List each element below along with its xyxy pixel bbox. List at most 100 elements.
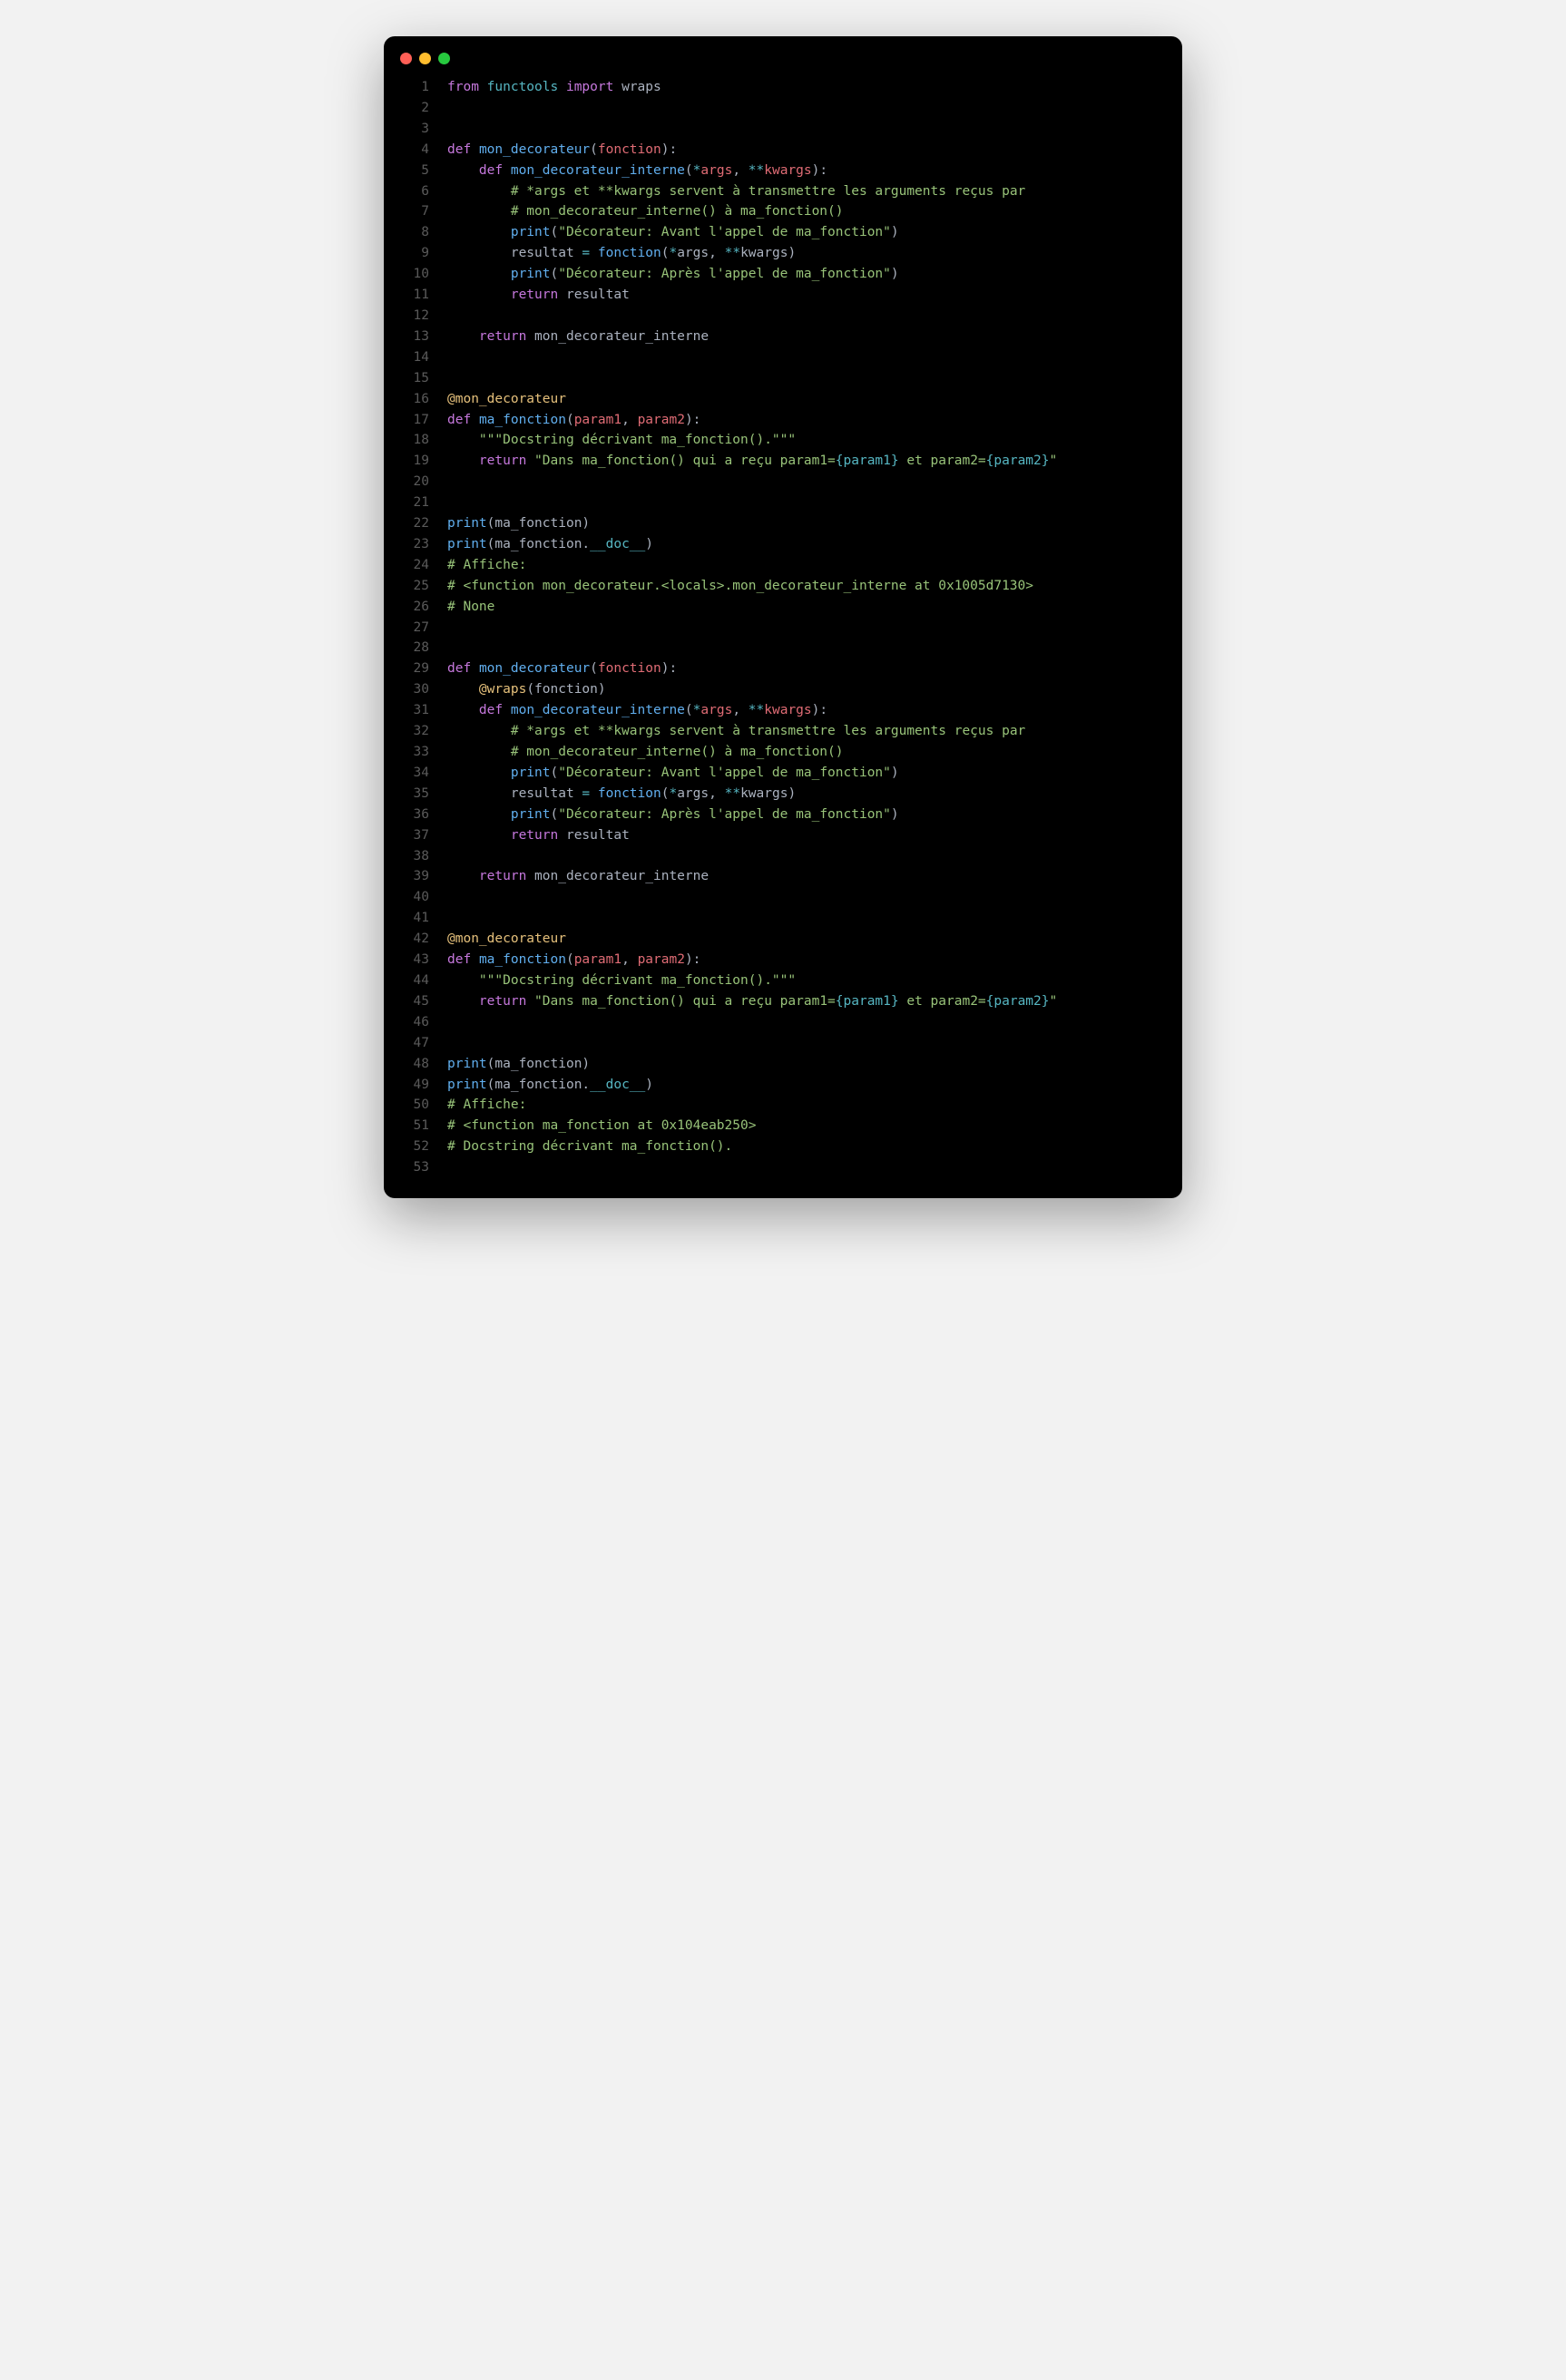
line-content: return mon_decorateur_interne xyxy=(447,866,709,887)
line-content: def mon_decorateur_interne(*args, **kwar… xyxy=(447,161,827,181)
line-number: 51 xyxy=(402,1116,429,1136)
line-number: 44 xyxy=(402,971,429,991)
code-line: 16@mon_decorateur xyxy=(402,389,1164,410)
line-content xyxy=(447,1033,455,1054)
line-content xyxy=(447,472,455,493)
line-number: 15 xyxy=(402,368,429,389)
code-line: 15 xyxy=(402,368,1164,389)
line-number: 53 xyxy=(402,1157,429,1178)
line-number: 29 xyxy=(402,658,429,679)
line-content: # *args et **kwargs servent à transmettr… xyxy=(447,181,1025,202)
line-number: 20 xyxy=(402,472,429,493)
code-line: 47 xyxy=(402,1033,1164,1054)
code-area[interactable]: 1from functools import wraps2 3 4def mon… xyxy=(384,77,1182,1178)
line-content: @wraps(fonction) xyxy=(447,679,606,700)
line-number: 42 xyxy=(402,929,429,950)
line-number: 43 xyxy=(402,950,429,971)
line-content xyxy=(447,618,455,639)
code-line: 12 xyxy=(402,306,1164,327)
code-line: 4def mon_decorateur(fonction): xyxy=(402,140,1164,161)
code-line: 9 resultat = fonction(*args, **kwargs) xyxy=(402,243,1164,264)
code-line: 42 @mon_decorateur xyxy=(402,929,1164,950)
line-number: 10 xyxy=(402,264,429,285)
code-line: 32 # *args et **kwargs servent à transme… xyxy=(402,721,1164,742)
line-number: 19 xyxy=(402,451,429,472)
line-content: resultat = fonction(*args, **kwargs) xyxy=(447,784,796,805)
line-number: 6 xyxy=(402,181,429,202)
line-number: 26 xyxy=(402,597,429,618)
minimize-icon[interactable] xyxy=(419,53,431,64)
code-line: 25# <function mon_decorateur.<locals>.mo… xyxy=(402,576,1164,597)
code-line: 35 resultat = fonction(*args, **kwargs) xyxy=(402,784,1164,805)
code-line: 52# Docstring décrivant ma_fonction(). xyxy=(402,1136,1164,1157)
line-content: """Docstring décrivant ma_fonction().""" xyxy=(447,971,796,991)
line-number: 39 xyxy=(402,866,429,887)
code-line: 36 print("Décorateur: Après l'appel de m… xyxy=(402,805,1164,825)
line-content: return "Dans ma_fonction() qui a reçu pa… xyxy=(447,451,1057,472)
code-line: 13 return mon_decorateur_interne xyxy=(402,327,1164,347)
line-number: 33 xyxy=(402,742,429,763)
line-number: 11 xyxy=(402,285,429,306)
code-line: 50 # Affiche: xyxy=(402,1095,1164,1116)
line-content: def ma_fonction(param1, param2): xyxy=(447,950,700,971)
code-line: 23print(ma_fonction.__doc__) xyxy=(402,534,1164,555)
code-line: 11 return resultat xyxy=(402,285,1164,306)
zoom-icon[interactable] xyxy=(438,53,450,64)
line-content: print(ma_fonction.__doc__) xyxy=(447,1075,653,1096)
line-content: @mon_decorateur xyxy=(447,929,566,950)
line-number: 31 xyxy=(402,700,429,721)
line-number: 41 xyxy=(402,908,429,929)
line-content: def ma_fonction(param1, param2): xyxy=(447,410,700,431)
code-line: 53 xyxy=(402,1157,1164,1178)
line-number: 34 xyxy=(402,763,429,784)
line-number: 27 xyxy=(402,618,429,639)
code-line: 21 xyxy=(402,493,1164,513)
line-number: 21 xyxy=(402,493,429,513)
code-line: 1from functools import wraps xyxy=(402,77,1164,98)
code-line: 27 xyxy=(402,618,1164,639)
line-number: 12 xyxy=(402,306,429,327)
line-content: return resultat xyxy=(447,825,630,846)
line-content xyxy=(447,368,455,389)
code-line: 31 def mon_decorateur_interne(*args, **k… xyxy=(402,700,1164,721)
line-number: 49 xyxy=(402,1075,429,1096)
line-content: def mon_decorateur(fonction): xyxy=(447,658,677,679)
line-number: 5 xyxy=(402,161,429,181)
line-content: # <function mon_decorateur.<locals>.mon_… xyxy=(447,576,1033,597)
line-content xyxy=(447,347,455,368)
line-number: 14 xyxy=(402,347,429,368)
line-number: 50 xyxy=(402,1095,429,1116)
line-content: # Affiche: xyxy=(447,1095,526,1116)
line-content: def mon_decorateur(fonction): xyxy=(447,140,677,161)
code-window: 1from functools import wraps2 3 4def mon… xyxy=(384,36,1182,1198)
line-content xyxy=(447,1157,455,1178)
line-number: 38 xyxy=(402,846,429,867)
code-line: 10 print("Décorateur: Après l'appel de m… xyxy=(402,264,1164,285)
line-content xyxy=(447,119,455,140)
line-content: print("Décorateur: Après l'appel de ma_f… xyxy=(447,264,899,285)
line-content xyxy=(447,306,455,327)
code-line: 29 def mon_decorateur(fonction): xyxy=(402,658,1164,679)
code-line: 45 return "Dans ma_fonction() qui a reçu… xyxy=(402,991,1164,1012)
line-content xyxy=(447,638,455,658)
line-content xyxy=(447,1012,455,1033)
line-content: from functools import wraps xyxy=(447,77,661,98)
line-content: # None xyxy=(447,597,494,618)
line-content: print(ma_fonction.__doc__) xyxy=(447,534,653,555)
line-number: 2 xyxy=(402,98,429,119)
line-number: 37 xyxy=(402,825,429,846)
code-line: 44 """Docstring décrivant ma_fonction().… xyxy=(402,971,1164,991)
line-number: 40 xyxy=(402,887,429,908)
code-line: 46 xyxy=(402,1012,1164,1033)
code-line: 24 # Affiche: xyxy=(402,555,1164,576)
close-icon[interactable] xyxy=(400,53,412,64)
code-line: 33 # mon_decorateur_interne() à ma_fonct… xyxy=(402,742,1164,763)
line-content: # mon_decorateur_interne() à ma_fonction… xyxy=(447,201,844,222)
line-content: return mon_decorateur_interne xyxy=(447,327,709,347)
line-content xyxy=(447,493,455,513)
line-content: # Affiche: xyxy=(447,555,526,576)
line-number: 16 xyxy=(402,389,429,410)
line-number: 24 xyxy=(402,555,429,576)
line-number: 36 xyxy=(402,805,429,825)
code-line: 41 xyxy=(402,908,1164,929)
